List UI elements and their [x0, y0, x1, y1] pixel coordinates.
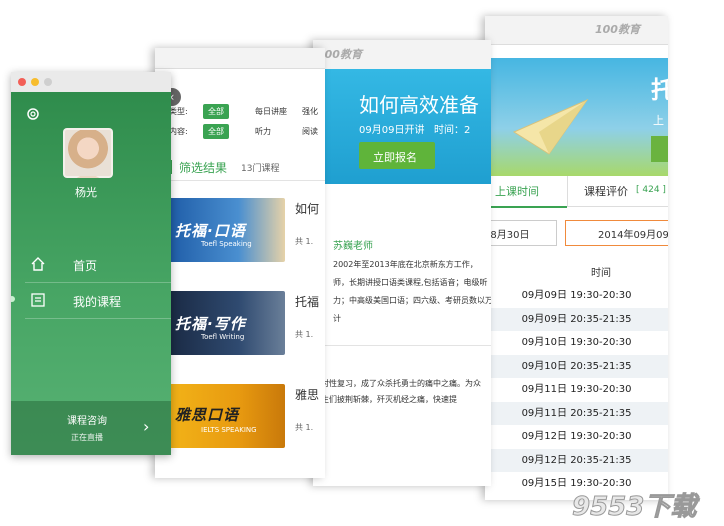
- course-date: 09月09日开讲 时间：2: [359, 125, 471, 136]
- logo: 100教育: [595, 23, 640, 36]
- home-icon: [31, 257, 45, 271]
- type-filter-intensive[interactable]: 强化: [297, 104, 323, 119]
- schedule-row: 09月10日 20:35-21:35: [485, 354, 668, 378]
- sidebar-item-my-courses[interactable]: 我的课程: [25, 284, 171, 319]
- title-bar: 100教育: [313, 40, 491, 70]
- course-consult-footer[interactable]: 课程咨询 正在直播 ›: [11, 401, 171, 455]
- tab-reviews[interactable]: 课程评价 [ 424 ]: [567, 176, 668, 207]
- content-filter-listening[interactable]: 听力: [250, 124, 276, 139]
- sidebar-window: 杨光 首页 我的课程 课程咨询 正在直播 ›: [11, 72, 171, 455]
- type-filter-all[interactable]: 全部: [203, 104, 229, 119]
- date-to-value: 2014年09月09: [598, 230, 668, 241]
- course-detail-window: 100教育 如何高效准备 09月09日开讲 时间：2 立即报名 苏巍老师 200…: [313, 40, 491, 486]
- tab-reviews-label: 课程评价: [584, 185, 628, 198]
- schedule-row: 09月11日 19:30-20:30: [485, 378, 668, 401]
- banner: 托 上: [485, 58, 668, 176]
- course-banner-sub: Toefl Writing: [201, 333, 245, 341]
- schedule-row: 09月10日 19:30-20:30: [485, 331, 668, 354]
- column-header-time: 时间: [591, 268, 611, 279]
- content-label: 内容:: [169, 127, 188, 136]
- course-title[interactable]: 如何: [295, 200, 319, 217]
- type-filter-daily-lecture[interactable]: 每日讲座: [250, 104, 292, 119]
- results-title: 筛选结果: [179, 161, 228, 175]
- tab-schedule-label: 上课时间: [495, 185, 539, 198]
- schedule-row: 09月11日 20:35-21:35: [485, 401, 668, 425]
- chevron-right-icon: ›: [143, 417, 150, 436]
- results-count: 13门课程: [241, 164, 280, 174]
- username: 杨光: [75, 186, 97, 199]
- course-meta: 共 1.: [295, 330, 314, 339]
- course-title[interactable]: 托福: [295, 293, 319, 310]
- gear-icon[interactable]: [25, 106, 41, 122]
- course-card-ielts-speaking[interactable]: 雅思口语 IELTS SPEAKING: [169, 384, 285, 448]
- teacher-bio: 2002年至2013年底在北京新东方工作，师，长期讲授口语类课程,包括语音；电级…: [333, 260, 491, 323]
- date-from-value: 08月30日: [485, 230, 530, 241]
- teacher-name: 苏巍老师: [333, 241, 373, 252]
- schedule-row: 09月09日 19:30-20:30: [485, 284, 668, 307]
- course-banner: 如何高效准备 09月09日开讲 时间：2 立即报名: [313, 69, 491, 184]
- course-banner-text: 雅思口语: [175, 406, 240, 424]
- results-header: 筛选结果 13门课程: [169, 156, 325, 181]
- divider: [321, 345, 491, 346]
- review-count: [ 424 ]: [636, 185, 666, 195]
- enroll-button-label: 立即报名: [373, 151, 417, 164]
- content-filter-all[interactable]: 全部: [203, 124, 229, 139]
- banner-title: 托: [651, 76, 668, 104]
- course-banner-sub: IELTS SPEAKING: [201, 426, 257, 434]
- watermark: 9553下载: [571, 486, 722, 523]
- list-icon: [31, 293, 45, 307]
- minimize-icon[interactable]: [31, 78, 39, 86]
- course-card-toefl-speaking[interactable]: 托福·口语 Toefl Speaking: [169, 198, 285, 262]
- zoom-icon[interactable]: [44, 78, 52, 86]
- sidebar-item-label: 我的课程: [73, 295, 122, 309]
- paper-plane-icon: [512, 98, 589, 155]
- course-description: 针对性复习，成了众杀托勇士的痛中之痛。为众考生们披荆斩棘，歼灭机经之痛，快速提: [313, 379, 481, 404]
- tab-schedule[interactable]: 上课时间: [485, 176, 567, 208]
- banner-button[interactable]: [651, 136, 668, 162]
- course-card-toefl-writing[interactable]: 托福·写作 Toefl Writing: [169, 291, 285, 355]
- course-meta: 共 1.: [295, 237, 314, 246]
- schedule-row: 09月12日 20:35-21:35: [485, 448, 668, 472]
- sidebar-item-home[interactable]: 首页: [25, 248, 171, 283]
- watermark-text: 9553下载: [571, 492, 697, 523]
- schedule-row: 09月12日 19:30-20:30: [485, 425, 668, 448]
- course-meta: 共 1.: [295, 423, 314, 432]
- sidebar-item-label: 首页: [73, 259, 98, 273]
- course-banner-text: 托福·写作: [175, 315, 246, 333]
- schedule-row: 09月09日 20:35-21:35: [485, 307, 668, 331]
- banner-subtitle: 上: [653, 114, 664, 127]
- schedule-window: 100教育 托 上 上课时间 课程评价 [ 424 ] 08月30日 2014年…: [485, 16, 668, 500]
- title-bar: [11, 72, 171, 93]
- avatar[interactable]: [63, 128, 113, 178]
- enroll-button[interactable]: 立即报名: [359, 142, 435, 169]
- footer-title: 课程咨询: [67, 416, 107, 427]
- course-title[interactable]: 雅思: [295, 386, 319, 403]
- course-filter-window: ‹ 类型: 全部 每日讲座 强化 内容: 全部 听力 阅读 筛选结果 13门课程…: [155, 48, 325, 478]
- footer-subtitle: 正在直播: [71, 433, 103, 442]
- date-from-field[interactable]: 08月30日: [485, 220, 557, 246]
- title-bar: 100教育: [485, 16, 668, 45]
- date-to-field[interactable]: 2014年09月09: [565, 220, 668, 246]
- course-banner-text: 托福·口语: [175, 222, 246, 240]
- course-headline: 如何高效准备: [359, 93, 479, 117]
- close-icon[interactable]: [18, 78, 26, 86]
- course-banner-sub: Toefl Speaking: [201, 240, 252, 248]
- content-filter-reading[interactable]: 阅读: [297, 124, 323, 139]
- title-bar: [155, 48, 325, 69]
- type-label: 类型:: [169, 107, 188, 116]
